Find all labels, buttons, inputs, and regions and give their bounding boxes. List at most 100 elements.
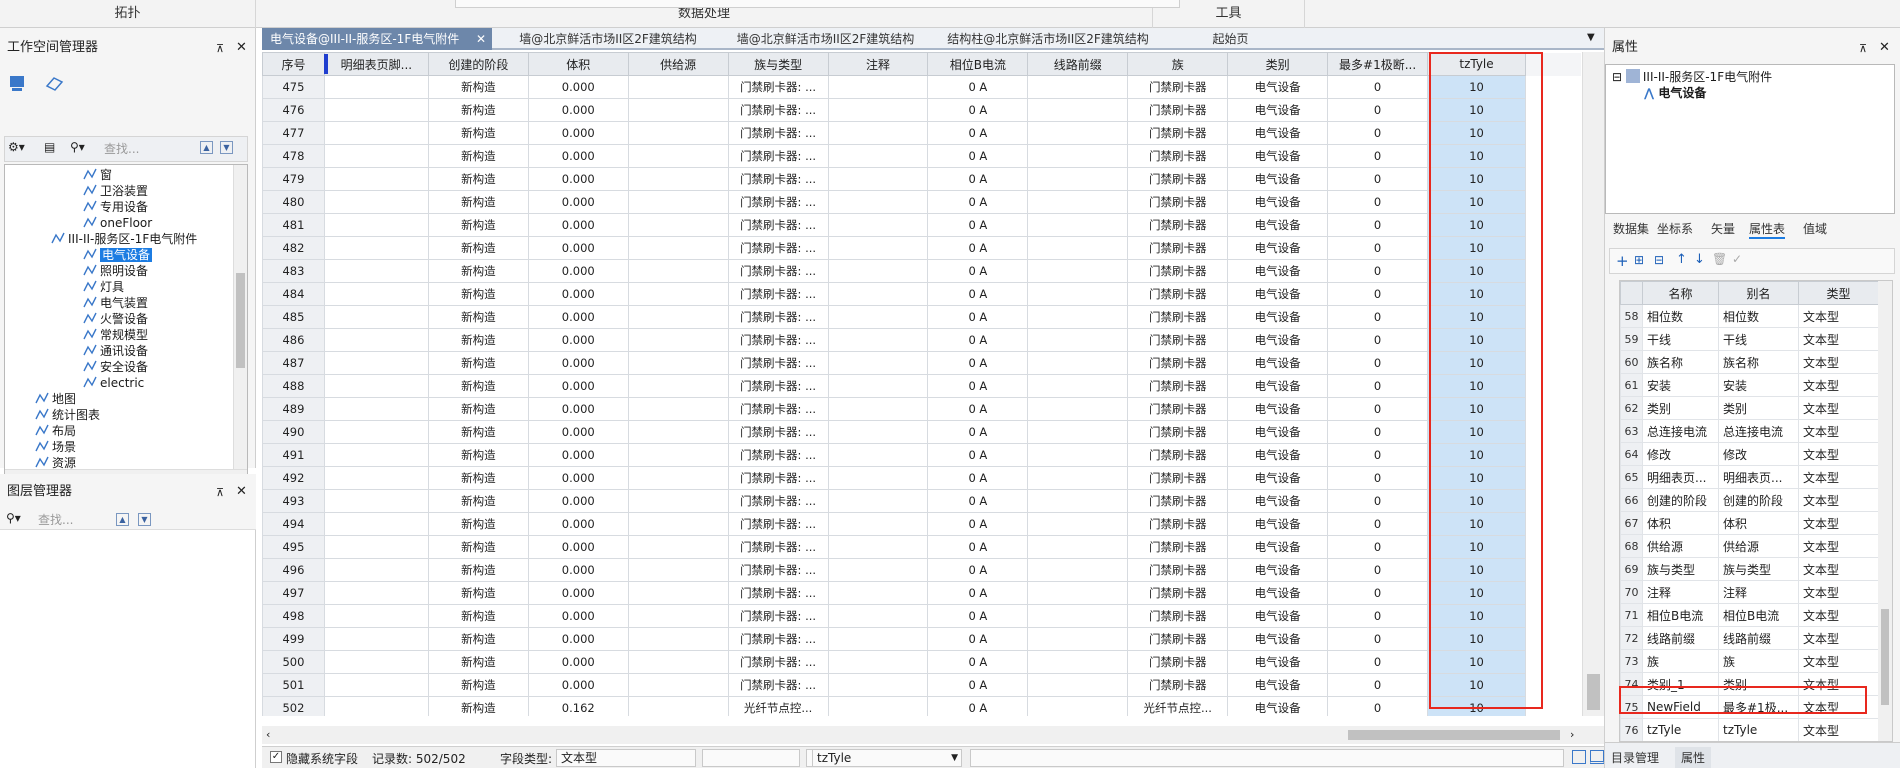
table-row[interactable]: 479 新构造 0.000 门禁刷卡器: ... 0 A 门禁刷卡器 电气设备 0 10 (262, 167, 1582, 191)
table-cell[interactable]: 0 (1327, 236, 1429, 260)
table-cell[interactable] (323, 581, 429, 605)
table-cell[interactable]: 电气设备 (1227, 144, 1329, 168)
field-cell[interactable]: 供给源 (1642, 534, 1719, 558)
table-cell[interactable]: 0 (1327, 397, 1429, 421)
table-cell[interactable] (1027, 673, 1129, 697)
field-cell[interactable]: 干线 (1718, 327, 1799, 351)
table-cell[interactable] (1027, 489, 1129, 513)
grid-hscrollbar[interactable]: ‹ › (262, 726, 1604, 744)
table-cell[interactable]: 新构造 (427, 144, 529, 168)
tree-node-root[interactable]: 布局 (35, 423, 76, 439)
table-cell[interactable]: 电气设备 (1227, 535, 1329, 559)
table-cell[interactable] (627, 466, 729, 490)
column-header[interactable]: 类别 (1227, 52, 1329, 76)
table-cell[interactable]: 495 (262, 535, 325, 559)
field-list-scroll-thumb[interactable] (1881, 609, 1889, 705)
table-cell[interactable] (827, 420, 929, 444)
table-cell[interactable] (627, 144, 729, 168)
table-cell[interactable] (827, 75, 929, 99)
table-cell[interactable]: 新构造 (427, 305, 529, 329)
edit-field-icon[interactable]: ⊟ (1654, 253, 1664, 267)
table-cell[interactable]: 0.000 (527, 650, 629, 674)
table-cell[interactable] (827, 535, 929, 559)
table-cell[interactable] (1027, 420, 1129, 444)
column-header[interactable]: 明细表页脚... (323, 52, 429, 76)
table-cell[interactable] (827, 558, 929, 582)
table-cell[interactable] (1027, 397, 1129, 421)
field-row[interactable]: 69 族与类型 族与类型 文本型 (1620, 557, 1879, 581)
table-row[interactable]: 490 新构造 0.000 门禁刷卡器: ... 0 A 门禁刷卡器 电气设备 0 10 (262, 420, 1582, 444)
table-cell[interactable]: 0 (1327, 328, 1429, 352)
field-row-number[interactable]: 67 (1620, 511, 1643, 535)
document-icon[interactable]: ▤ (44, 140, 55, 154)
move-down-icon[interactable]: ▼ (220, 141, 233, 154)
tab-electrical-equipment[interactable]: 电气设备@III-II-服务区-1F电气附件 ✕ (262, 28, 492, 50)
table-cell[interactable]: 0 A (927, 282, 1029, 306)
table-cell[interactable] (827, 443, 929, 467)
table-cell[interactable]: 0.000 (527, 604, 629, 628)
table-cell[interactable] (323, 374, 429, 398)
table-cell[interactable]: 门禁刷卡器 (1127, 443, 1229, 467)
layer-search-input[interactable]: 查找... (38, 511, 73, 528)
tab-wall-1[interactable]: 墙@北京鲜活市场II区2F建筑结构 (494, 28, 714, 50)
table-cell[interactable]: 电气设备 (1227, 581, 1329, 605)
table-cell[interactable] (323, 535, 429, 559)
grid-vscrollbar[interactable] (1582, 52, 1604, 716)
table-cell[interactable] (323, 696, 429, 716)
table-cell[interactable]: 新构造 (427, 121, 529, 145)
table-cell[interactable]: 光纤节点控... (1127, 696, 1229, 716)
tree-node-child[interactable]: 火警设备 (83, 311, 148, 327)
field-cell[interactable]: 总连接电流 (1718, 419, 1799, 443)
tree-node-child[interactable]: 电气装置 (83, 295, 148, 311)
column-header[interactable]: 体积 (527, 52, 629, 76)
field-row[interactable]: 61 安装 安装 文本型 (1620, 373, 1879, 397)
table-row[interactable]: 484 新构造 0.000 门禁刷卡器: ... 0 A 门禁刷卡器 电气设备 0 10 (262, 282, 1582, 306)
field-cell[interactable]: 文本型 (1798, 580, 1879, 604)
table-cell[interactable]: 0 A (927, 144, 1029, 168)
table-cell[interactable]: 门禁刷卡器: ... (727, 351, 829, 375)
table-cell[interactable]: 0.000 (527, 374, 629, 398)
workspace-search-input[interactable]: 查找... (104, 140, 139, 157)
field-cell[interactable]: 族与类型 (1642, 557, 1719, 581)
tree-node-child[interactable]: 照明设备 (83, 263, 148, 279)
table-cell[interactable] (1027, 374, 1129, 398)
table-cell[interactable]: 门禁刷卡器: ... (727, 397, 829, 421)
table-cell[interactable] (323, 397, 429, 421)
table-cell[interactable] (827, 696, 929, 716)
table-cell[interactable]: 0 A (927, 696, 1029, 716)
table-cell[interactable] (627, 282, 729, 306)
table-cell[interactable]: 0 (1327, 535, 1429, 559)
table-cell[interactable]: 新构造 (427, 627, 529, 651)
table-cell[interactable] (827, 328, 929, 352)
field-cell[interactable]: 文本型 (1798, 304, 1879, 328)
table-cell[interactable]: 新构造 (427, 673, 529, 697)
table-cell[interactable] (1027, 581, 1129, 605)
table-cell[interactable]: 门禁刷卡器 (1127, 75, 1229, 99)
table-cell[interactable] (323, 650, 429, 674)
table-cell[interactable]: 新构造 (427, 696, 529, 716)
delete-icon[interactable]: 🗑 (1712, 252, 1727, 266)
table-cell[interactable]: 0 (1327, 144, 1429, 168)
table-cell[interactable]: 0 (1327, 420, 1429, 444)
table-cell[interactable] (323, 259, 429, 283)
tree-node-child[interactable]: electric (83, 375, 144, 391)
table-cell[interactable]: 0.000 (527, 420, 629, 444)
tab-close-icon[interactable]: ✕ (476, 28, 486, 50)
table-cell[interactable]: 0 A (927, 535, 1029, 559)
move-up-icon[interactable]: ▲ (200, 141, 213, 154)
add-field-icon[interactable]: + (1616, 252, 1629, 270)
field-row[interactable]: 60 族名称 族名称 文本型 (1620, 350, 1879, 374)
field-cell[interactable]: 相位数 (1718, 304, 1799, 328)
table-cell[interactable]: 0.000 (527, 305, 629, 329)
table-cell[interactable]: 0.000 (527, 328, 629, 352)
field-row-number[interactable]: 63 (1620, 419, 1643, 443)
table-cell[interactable] (827, 121, 929, 145)
table-cell[interactable]: 0 A (927, 236, 1029, 260)
field-cell[interactable]: 族与类型 (1718, 557, 1799, 581)
field-row-number[interactable]: 66 (1620, 488, 1643, 512)
table-row[interactable]: 481 新构造 0.000 门禁刷卡器: ... 0 A 门禁刷卡器 电气设备 0 10 (262, 213, 1582, 237)
tab-properties[interactable]: 属性 (1675, 747, 1712, 768)
table-row[interactable]: 500 新构造 0.000 门禁刷卡器: ... 0 A 门禁刷卡器 电气设备 0 10 (262, 650, 1582, 674)
table-cell[interactable] (627, 696, 729, 716)
table-cell[interactable] (323, 213, 429, 237)
